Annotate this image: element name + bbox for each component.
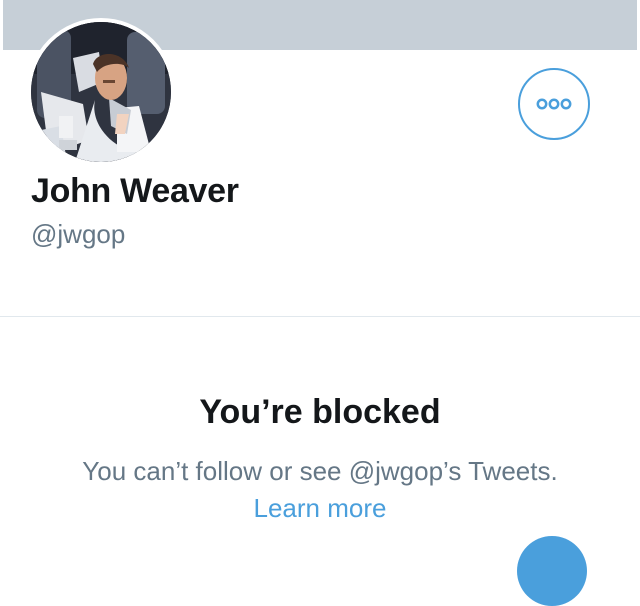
learn-more-link[interactable]: Learn more: [0, 493, 640, 524]
profile-avatar[interactable]: [27, 18, 175, 166]
compose-tweet-button[interactable]: [517, 536, 587, 606]
blocked-title: You’re blocked: [199, 393, 441, 431]
blocked-message: You can’t follow or see @jwgop’s Tweets.: [82, 456, 558, 486]
profile-name: John Weaver: [31, 172, 239, 210]
section-divider: [0, 316, 640, 317]
profile-handle: @jwgop: [31, 219, 126, 249]
more-options-button[interactable]: [518, 68, 590, 140]
profile-photo-icon: [31, 22, 171, 162]
more-options-icon: [536, 98, 572, 110]
